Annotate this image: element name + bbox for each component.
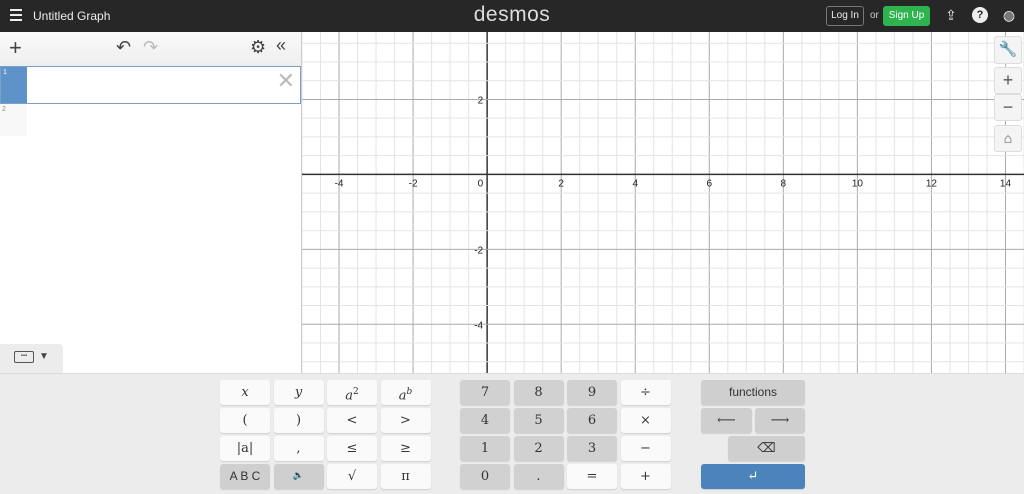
settings-gear-icon[interactable]: ⚙ bbox=[250, 37, 266, 58]
keyboard-icon: ▪▪▪ bbox=[14, 351, 34, 363]
zoom-in-button[interactable]: + bbox=[994, 67, 1022, 94]
x-tick-label: 12 bbox=[926, 178, 938, 189]
right-arrow-button[interactable]: ⟶ bbox=[755, 408, 805, 433]
functions-button[interactable]: functions bbox=[701, 380, 805, 405]
digit-9-key[interactable]: 9 bbox=[567, 380, 617, 405]
square-key[interactable]: a2 bbox=[327, 380, 377, 405]
x-tick-label: 0 bbox=[478, 178, 484, 189]
add-expression-button[interactable]: + bbox=[9, 35, 22, 61]
zoom-out-button[interactable]: − bbox=[994, 94, 1022, 121]
caret-down-icon: ▼ bbox=[39, 351, 49, 362]
abs-key[interactable]: |a| bbox=[220, 436, 270, 461]
delete-expression-icon[interactable]: ✕ bbox=[277, 68, 295, 94]
multiply-key[interactable]: × bbox=[620, 408, 671, 433]
y-tick-label: -2 bbox=[474, 245, 483, 256]
less-than-key[interactable]: < bbox=[327, 408, 377, 433]
x-tick-label: 4 bbox=[632, 178, 638, 189]
x-tick-label: 6 bbox=[707, 178, 713, 189]
login-button[interactable]: Log In bbox=[826, 6, 864, 26]
audio-icon[interactable]: 🔈 bbox=[273, 464, 324, 489]
undo-button[interactable]: ↶ bbox=[116, 37, 131, 58]
digit-5-key[interactable]: 5 bbox=[513, 408, 564, 433]
keyboard-toggle-button[interactable]: ▪▪▪ ▼ bbox=[0, 344, 63, 374]
or-text: or bbox=[870, 10, 879, 21]
y-tick-label: -4 bbox=[474, 320, 483, 331]
digit-7-key[interactable]: 7 bbox=[460, 380, 510, 405]
digit-2-key[interactable]: 2 bbox=[513, 436, 564, 461]
digit-1-key[interactable]: 1 bbox=[460, 436, 510, 461]
keypad: functions ⟵ ⟶ ⌫ ↵ x y a2 ab () < > |a|, ≤ ≥ A B C 🔈… bbox=[0, 373, 1024, 494]
pi-key[interactable]: π bbox=[380, 464, 431, 489]
divide-key[interactable]: ÷ bbox=[620, 380, 671, 405]
top-bar: Untitled Graph desmos Log In or Sign Up … bbox=[0, 0, 1024, 32]
equals-key[interactable]: = bbox=[567, 464, 617, 489]
digit-8-key[interactable]: 8 bbox=[513, 380, 564, 405]
geq-key[interactable]: ≥ bbox=[380, 436, 431, 461]
plus-key[interactable]: + bbox=[620, 464, 671, 489]
x-key[interactable]: x bbox=[220, 380, 270, 405]
open-paren-key[interactable]: ( bbox=[220, 408, 270, 433]
digit-3-key[interactable]: 3 bbox=[567, 436, 617, 461]
x-tick-label: 14 bbox=[1000, 178, 1012, 189]
globe-icon[interactable]: ◍ bbox=[1001, 7, 1017, 23]
abc-button[interactable]: A B C bbox=[220, 464, 270, 489]
leq-key[interactable]: ≤ bbox=[327, 436, 377, 461]
enter-button[interactable]: ↵ bbox=[701, 464, 805, 489]
y-tick-label: 2 bbox=[478, 95, 484, 106]
y-key[interactable]: y bbox=[273, 380, 324, 405]
power-key[interactable]: ab bbox=[380, 380, 431, 405]
x-tick-label: 8 bbox=[781, 178, 787, 189]
redo-button[interactable]: ↷ bbox=[143, 37, 158, 58]
backspace-button[interactable]: ⌫ bbox=[728, 436, 805, 461]
digit-4-key[interactable]: 4 bbox=[460, 408, 510, 433]
help-icon[interactable]: ? bbox=[972, 7, 988, 23]
x-tick-label: 10 bbox=[852, 178, 864, 189]
left-arrow-button[interactable]: ⟵ bbox=[701, 408, 752, 433]
sqrt-key[interactable]: √ bbox=[327, 464, 377, 489]
wrench-icon[interactable]: 🔧 bbox=[994, 36, 1022, 64]
signup-button[interactable]: Sign Up bbox=[883, 6, 930, 26]
greater-than-key[interactable]: > bbox=[380, 408, 431, 433]
expression-row[interactable]: 1 ✕ bbox=[0, 66, 301, 104]
expression-row-index[interactable]: 2 bbox=[0, 104, 27, 136]
close-paren-key[interactable]: ) bbox=[273, 408, 324, 433]
x-tick-label: 2 bbox=[558, 178, 564, 189]
x-tick-label: -4 bbox=[335, 178, 344, 189]
graph-canvas[interactable]: -4 -2 0 2 4 6 8 10 12 14 2 -2 -4 bbox=[302, 32, 1024, 373]
share-icon[interactable]: ⇪ bbox=[943, 7, 959, 23]
expression-index: 1 bbox=[1, 67, 27, 103]
home-icon[interactable]: ⌂ bbox=[994, 125, 1022, 152]
digit-0-key[interactable]: 0 bbox=[460, 464, 510, 489]
digit-6-key[interactable]: 6 bbox=[567, 408, 617, 433]
minus-key[interactable]: − bbox=[620, 436, 671, 461]
decimal-key[interactable]: . bbox=[513, 464, 564, 489]
x-tick-label: -2 bbox=[409, 178, 418, 189]
expression-toolbar: + ↶ ↷ ⚙ « bbox=[0, 32, 302, 66]
comma-key[interactable]: , bbox=[273, 436, 324, 461]
collapse-list-button[interactable]: « bbox=[276, 35, 286, 56]
